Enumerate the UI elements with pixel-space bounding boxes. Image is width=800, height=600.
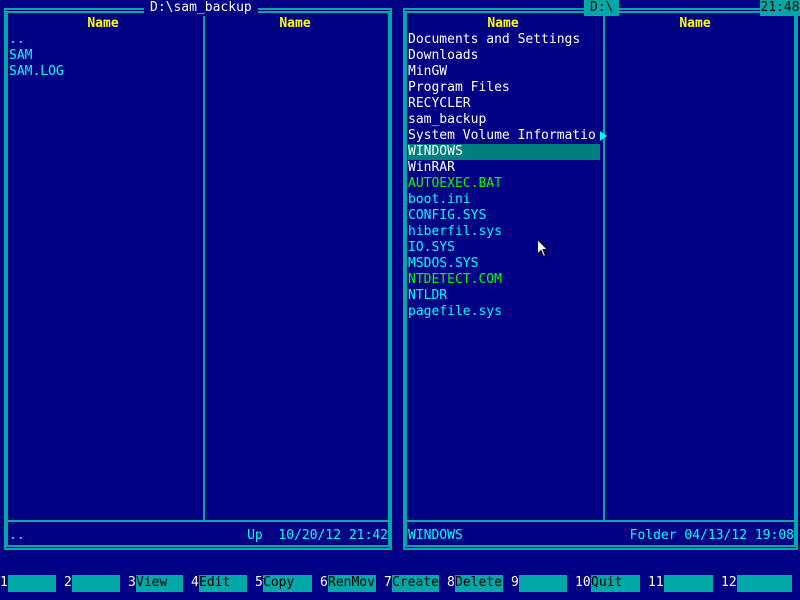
- function-key-number: 2: [64, 575, 72, 590]
- file-item[interactable]: RECYCLER: [408, 96, 600, 112]
- column-header-name[interactable]: Name: [8, 16, 198, 32]
- file-item[interactable]: SAM: [9, 48, 201, 64]
- function-key-label: View: [136, 575, 183, 592]
- file-item[interactable]: sam_backup: [408, 112, 600, 128]
- function-key-label: RenMov: [328, 575, 376, 592]
- file-item[interactable]: NTDETECT.COM: [408, 272, 600, 288]
- status-divider: [405, 520, 796, 522]
- status-file-info: Folder 04/13/12 19:08: [629, 528, 794, 543]
- function-key-number: 4: [191, 575, 199, 590]
- column-header-name[interactable]: Name: [600, 16, 790, 32]
- file-item[interactable]: WinRAR: [408, 160, 600, 176]
- file-item[interactable]: IO.SYS: [408, 240, 600, 256]
- function-key-bar: 1 2 3 View 4 Edit 5 Copy 6 RenMov 7 Create 8 Delete 9 1…: [0, 575, 800, 592]
- function-key-label: Create: [392, 575, 439, 592]
- function-key-number: 7: [384, 575, 392, 590]
- function-key-number: 10: [575, 575, 591, 590]
- function-key-number: 6: [320, 575, 328, 590]
- panel-frame-inner: [6, 11, 390, 547]
- clock: 21:48: [760, 0, 800, 16]
- file-item[interactable]: NTLDR: [408, 288, 600, 304]
- file-item-selected[interactable]: WINDOWS: [408, 144, 600, 160]
- function-key-number: 12: [721, 575, 737, 590]
- column-divider: [203, 11, 205, 521]
- file-item[interactable]: ..: [9, 32, 201, 48]
- function-key-number: 11: [648, 575, 664, 590]
- file-item[interactable]: hiberfil.sys: [408, 224, 600, 240]
- function-key-number: 3: [128, 575, 136, 590]
- function-key-number: 8: [447, 575, 455, 590]
- panel-path: D:\sam_backup: [144, 0, 258, 16]
- function-key-label: Edit: [199, 575, 247, 592]
- file-list: .. SAM SAM.LOG: [9, 32, 201, 80]
- function-key-label: [664, 575, 713, 592]
- left-panel[interactable]: D:\sam_backup Name Name .. SAM SAM.LOG .. …: [2, 0, 394, 550]
- file-item[interactable]: boot.ini: [408, 192, 600, 208]
- status-divider: [6, 520, 390, 522]
- function-key-label: Quit: [591, 575, 640, 592]
- function-key-label: [72, 575, 120, 592]
- file-item[interactable]: MinGW: [408, 64, 600, 80]
- function-key-label: [737, 575, 792, 592]
- status-file-name: WINDOWS: [408, 528, 463, 543]
- name-truncated-arrow-icon: [600, 131, 607, 141]
- function-key-number: 5: [255, 575, 263, 590]
- file-item[interactable]: AUTOEXEC.BAT: [408, 176, 600, 192]
- file-item[interactable]: System Volume Informatio: [408, 128, 600, 144]
- function-key-label: [8, 575, 56, 592]
- file-item[interactable]: Downloads: [408, 48, 600, 64]
- file-item[interactable]: pagefile.sys: [408, 304, 600, 320]
- file-list: Documents and Settings Downloads MinGW Prog…: [408, 32, 600, 320]
- function-key-number: 1: [0, 575, 8, 590]
- function-key-label: Delete: [455, 575, 503, 592]
- column-divider: [603, 11, 605, 521]
- function-key-number: 9: [511, 575, 519, 590]
- file-item[interactable]: Program Files: [408, 80, 600, 96]
- column-header-name[interactable]: Name: [408, 16, 598, 32]
- function-key-label: Copy: [263, 575, 312, 592]
- column-header-name[interactable]: Name: [200, 16, 390, 32]
- status-file-info: Up 10/20/12 21:42: [247, 528, 388, 543]
- file-item[interactable]: SAM.LOG: [9, 64, 201, 80]
- function-key-label: [519, 575, 567, 592]
- panel-path: D:\: [584, 0, 620, 16]
- mouse-pointer-icon: [537, 239, 549, 258]
- file-item[interactable]: MSDOS.SYS: [408, 256, 600, 272]
- file-item[interactable]: Documents and Settings: [408, 32, 600, 48]
- file-item[interactable]: CONFIG.SYS: [408, 208, 600, 224]
- right-panel[interactable]: D:\ Name Name Documents and Settings Down…: [401, 0, 800, 550]
- status-file-name: ..: [9, 528, 25, 543]
